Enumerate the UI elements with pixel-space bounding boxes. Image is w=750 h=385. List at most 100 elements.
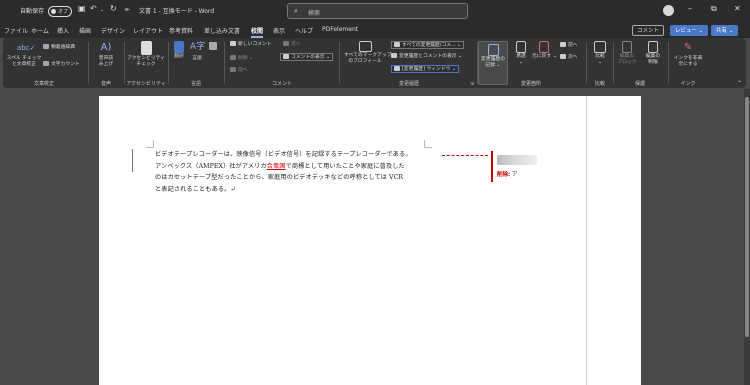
tab-pdfelement[interactable]: PDFelement [322, 26, 358, 33]
customize-toolbar-icon[interactable]: ⌯ [124, 5, 130, 14]
reviewing-pane-label: [変更履歴] ウィンドウ [402, 67, 451, 72]
autosave-toggle[interactable]: オフ [48, 6, 72, 17]
read-aloud-label: 音声読 み上げ [98, 56, 114, 67]
document-text: で商標として用いたことや家庭に普及した [285, 162, 405, 170]
language-label: 言語 [192, 56, 202, 61]
document-line: アンペックス（AMPEX）社がアメリカ合衆国で商標として用いたことや家庭に普及し… [155, 161, 445, 173]
tab-references[interactable]: 参考資料 [169, 26, 193, 35]
reject-button[interactable]: 元に戻す ⌄ [532, 41, 557, 60]
accept-icon [516, 41, 526, 53]
tab-mailings[interactable]: 差し込み文書 [204, 26, 240, 35]
document-page[interactable]: ビデオテープレコーダーは、映像信号（ビデオ信号）を記録するテープレコーダーである… [99, 96, 641, 385]
markup-options-button[interactable]: すべてのマークアップ のプロフィール [344, 41, 391, 65]
tab-review[interactable]: 校閲 [251, 26, 264, 38]
group-protect-label: 保護 [634, 81, 645, 87]
review-button[interactable]: レビュー ⌄ [670, 25, 709, 36]
language-icon: A字 [190, 42, 206, 52]
reject-icon [539, 41, 549, 53]
search-placeholder: 検索 [308, 10, 321, 17]
tab-design[interactable]: デザイン [101, 26, 125, 35]
thesaurus-button[interactable]: 類義語辞典 [43, 44, 75, 51]
tab-insert[interactable]: 挿入 [57, 26, 69, 35]
ribbon: abc✓ スペル チェック と文章校正 類義語辞典 文字カウント 文章校正 A)… [3, 38, 746, 88]
group-accessibility: アクセシビリティ チェック アクセシビリティ [126, 38, 166, 88]
tab-help[interactable]: ヘルプ [295, 26, 313, 35]
record-changes-label: 変更履歴の 記録 [481, 57, 505, 68]
language-button[interactable]: A字 言語 [189, 41, 205, 62]
search-icon: ⌕ [294, 7, 298, 15]
document-text: アンペックス（AMPEX）社がアメリカ [155, 162, 267, 170]
autosave-label: 自動保存 [20, 8, 45, 15]
inserted-text: 合衆国 [266, 162, 286, 170]
minimize-icon[interactable]: – [688, 4, 692, 13]
delete-comment-icon [230, 55, 236, 60]
document-body[interactable]: ビデオテープレコーダーは、映像信号（ビデオ信号）を記録するテープレコーダーである… [155, 149, 445, 196]
next-change-button[interactable]: 次へ [560, 54, 578, 61]
language-options-icon[interactable] [209, 42, 219, 51]
group-proofing: abc✓ スペル チェック と文章校正 類義語辞典 文字カウント 文章校正 [3, 38, 85, 88]
read-aloud-icon: A) [100, 42, 112, 53]
translate-label: 翻訳 [174, 54, 184, 59]
block-authors-button[interactable]: 編集の ブロック [615, 41, 639, 66]
reviewing-pane-icon [394, 66, 400, 71]
save-icon[interactable]: ▣ [78, 4, 86, 13]
prev-comment-button[interactable]: 前へ [230, 67, 248, 74]
divider [339, 42, 340, 84]
autosave-state: オフ [58, 9, 69, 15]
group-accessibility-label: アクセシビリティ [126, 81, 166, 87]
tab-draw[interactable]: 描画 [79, 26, 91, 35]
reviewing-pane-dropdown[interactable]: [変更履歴] ウィンドウ ⌄ [391, 65, 459, 73]
block-authors-label: 編集の ブロック [617, 54, 637, 65]
tab-file[interactable]: ファイル [4, 26, 28, 35]
translate-button[interactable]: 翻訳 [171, 41, 187, 60]
thesaurus-label: 類義語辞典 [51, 45, 75, 50]
new-comment-label: 新しいコメント [238, 42, 272, 47]
redo-icon[interactable]: ↻ [110, 4, 117, 13]
new-comment-button[interactable]: 新しいコメント [230, 41, 272, 48]
comment-button[interactable]: コメント [632, 25, 665, 36]
collapse-ribbon-icon[interactable]: ⌄ [737, 77, 742, 84]
show-comments-dropdown[interactable]: コメントの表示 ⌄ [280, 53, 334, 61]
compare-button[interactable]: 比較 ⌄ [590, 41, 610, 66]
hide-ink-icon: ✎ [683, 42, 693, 53]
markup-display-dropdown[interactable]: すべての変更履歴/コメ... ⌄ [391, 41, 465, 49]
search-box[interactable]: ⌕ 検索 [287, 3, 468, 19]
spell-check-button[interactable]: abc✓ スペル チェック と文章校正 [6, 41, 42, 68]
previous-change-button[interactable]: 前へ [560, 42, 578, 49]
group-language: 翻訳 A字 言語 言語 [170, 38, 222, 88]
balloon-deleted-text: ア [511, 172, 518, 178]
word-count-button[interactable]: 文字カウント [43, 61, 80, 68]
tab-layout[interactable]: レイアウト [133, 26, 163, 35]
group-comments-label: コメント [271, 81, 292, 87]
restrict-editing-button[interactable]: 編集の 制限 [641, 41, 665, 66]
next-comment-button[interactable]: 次へ [283, 41, 301, 48]
record-changes-button[interactable]: 変更履歴の 記録 ⌄ [478, 41, 508, 85]
accept-button[interactable]: 承諾 ⌄ [512, 41, 530, 66]
hide-ink-button[interactable]: ✎ インクを非表 示にする [670, 41, 706, 68]
document-area: ビデオテープレコーダーは、映像信号（ビデオ信号）を記録するテープレコーダーである… [0, 89, 745, 385]
accessibility-check-button[interactable]: アクセシビリティ チェック [126, 41, 166, 68]
divider [168, 42, 169, 84]
undo-icon[interactable]: ↶ [90, 4, 97, 13]
share-button[interactable]: 共有 ⌄ [711, 25, 739, 36]
balloon-label: 削除: [497, 172, 511, 178]
comment-button-label: コメント [637, 28, 660, 34]
tab-home[interactable]: ホーム [31, 26, 49, 35]
tracking-dialog-launcher-icon[interactable]: ⇲ [470, 81, 474, 87]
scrollbar-thumb[interactable] [745, 97, 749, 337]
balloon-text: 削除: ア [497, 170, 517, 178]
read-aloud-button[interactable]: A) 音声読 み上げ [94, 41, 118, 68]
tab-view[interactable]: 表示 [273, 26, 285, 35]
undo-dropdown-icon[interactable]: ⌄ [100, 7, 104, 13]
show-comments-label: コメントの表示 [291, 55, 325, 60]
show-markup-button[interactable]: 変更履歴とコメントの表示 ⌄ [391, 53, 462, 60]
markup-options-icon [358, 41, 372, 52]
next-change-label: 次へ [568, 55, 578, 60]
vertical-scrollbar[interactable] [744, 89, 750, 385]
restore-icon[interactable]: ⧉ [711, 4, 717, 14]
show-markup-label: 変更履歴とコメントの表示 [399, 54, 457, 59]
delete-comment-button[interactable]: 削除 ⌄ [230, 55, 253, 62]
user-avatar[interactable] [663, 5, 674, 16]
document-line: のはカセットテープ型だったことから、家庭用のビデオデッキなどの呼称としては VC… [155, 174, 404, 182]
close-icon[interactable]: ✕ [734, 4, 741, 13]
